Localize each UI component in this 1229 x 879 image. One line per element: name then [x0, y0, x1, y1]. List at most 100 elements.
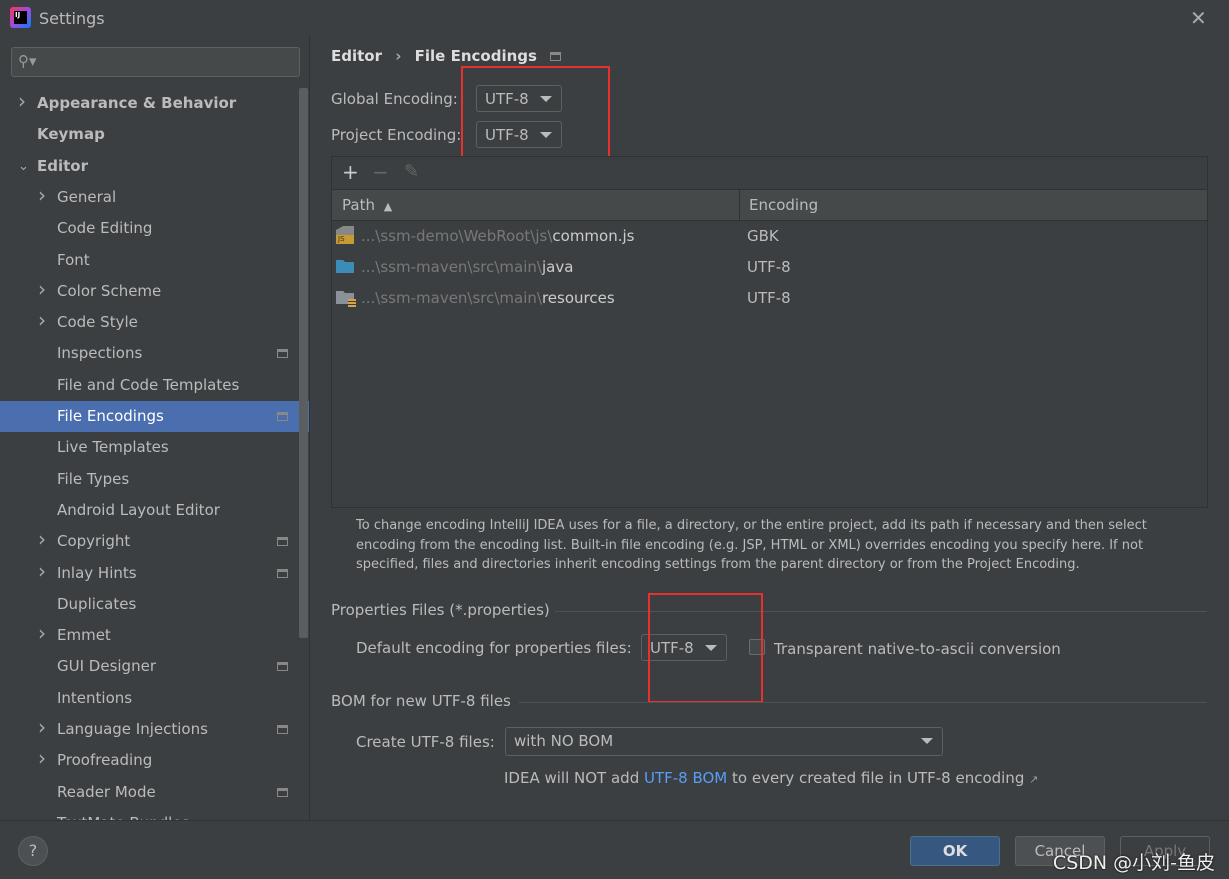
- main-panel: Editor › File Encodings Global Encoding:…: [311, 36, 1229, 820]
- sidebar-item-label: Proofreading: [57, 751, 153, 770]
- table-row[interactable]: ...\ssm-maven\src\main\resources UTF-8: [332, 283, 1207, 314]
- path-cell: ...\ssm-demo\WebRoot\js\common.js: [361, 227, 635, 245]
- breadcrumb-parent[interactable]: Editor: [331, 47, 382, 65]
- help-button[interactable]: ?: [18, 836, 48, 866]
- sidebar-item-label: File Types: [57, 469, 130, 488]
- sidebar-item-code-style[interactable]: › Code Style: [0, 305, 309, 338]
- sidebar-item-emmet[interactable]: › Emmet: [0, 618, 309, 651]
- sidebar-item-label: Copyright: [57, 532, 131, 551]
- search-input[interactable]: ⚲▾: [11, 47, 300, 77]
- chevron-right-icon[interactable]: ›: [38, 524, 46, 555]
- sidebar-item-label: Inlay Hints: [57, 563, 137, 582]
- chevron-down-icon: [921, 738, 933, 744]
- chevron-right-icon[interactable]: ›: [38, 180, 46, 211]
- sidebar-item-label: Appearance & Behavior: [37, 94, 237, 112]
- divider: [519, 702, 1207, 703]
- column-divider[interactable]: [739, 190, 740, 221]
- encoding-cell[interactable]: UTF-8: [747, 289, 791, 307]
- annotation-box: [461, 66, 610, 166]
- sidebar-scrollbar[interactable]: [299, 88, 308, 638]
- encoding-cell[interactable]: UTF-8: [747, 258, 791, 276]
- chevron-right-icon[interactable]: ›: [38, 305, 46, 336]
- utf8-bom-link[interactable]: UTF-8 BOM: [644, 769, 727, 787]
- sidebar-item-label: File Encodings: [57, 407, 164, 425]
- sidebar-item-copyright[interactable]: › Copyright: [0, 524, 309, 557]
- sidebar-item-font[interactable]: Font: [0, 245, 309, 276]
- settings-sidebar: ⚲▾ › Appearance & Behavior Keymap ⌄ Editor › G…: [0, 36, 310, 820]
- sidebar-item-duplicates[interactable]: Duplicates: [0, 589, 309, 620]
- chevron-right-icon[interactable]: ›: [38, 618, 46, 649]
- chevron-right-icon[interactable]: ›: [38, 743, 46, 774]
- table-row[interactable]: ...\ssm-maven\src\main\java UTF-8: [332, 252, 1207, 283]
- chevron-down-icon[interactable]: ⌄: [18, 151, 29, 182]
- encoding-cell[interactable]: GBK: [747, 227, 779, 245]
- chevron-right-icon[interactable]: ›: [38, 712, 46, 743]
- sidebar-item-inspections[interactable]: Inspections: [0, 338, 309, 369]
- sidebar-item-label: Inspections: [57, 344, 143, 363]
- chevron-right-icon[interactable]: ›: [18, 86, 26, 117]
- project-scope-icon: [277, 725, 288, 734]
- watermark: CSDN @小刘-鱼皮: [1052, 852, 1215, 874]
- project-scope-icon: [277, 787, 288, 797]
- search-icon: ⚲▾: [18, 52, 37, 70]
- ok-button[interactable]: OK: [910, 836, 1000, 866]
- sidebar-item-label: GUI Designer: [57, 657, 156, 676]
- add-icon[interactable]: +: [342, 160, 359, 184]
- close-icon[interactable]: ✕: [1190, 6, 1207, 30]
- sidebar-item-label: Live Templates: [57, 438, 169, 457]
- path-cell: ...\ssm-maven\src\main\resources: [361, 289, 615, 307]
- project-encoding-label: Project Encoding:: [331, 126, 462, 144]
- table-header: Path ▲ Encoding: [332, 190, 1207, 221]
- sidebar-item-editor[interactable]: ⌄ Editor: [0, 151, 309, 182]
- sidebar-item-label: TextMate Bundles: [57, 808, 189, 820]
- create-utf8-select[interactable]: with NO BOM: [505, 727, 943, 756]
- sidebar-item-file-types[interactable]: File Types: [0, 464, 309, 495]
- column-header-encoding[interactable]: Encoding: [749, 196, 818, 214]
- sort-ascending-icon: ▲: [383, 200, 393, 213]
- edit-icon[interactable]: ✎: [404, 161, 419, 182]
- sidebar-item-label: Language Injections: [57, 720, 208, 738]
- native-to-ascii-label[interactable]: Transparent native-to-ascii conversion: [774, 640, 1061, 658]
- project-scope-icon: [277, 662, 288, 672]
- sidebar-item-file-encodings[interactable]: File Encodings: [0, 401, 309, 432]
- project-scope-icon: [550, 52, 562, 61]
- breadcrumb-separator: ›: [395, 47, 402, 65]
- intellij-logo-icon: IJ: [10, 7, 31, 28]
- sidebar-item-label: Reader Mode: [57, 782, 156, 801]
- sidebar-item-live-templates[interactable]: Live Templates: [0, 432, 309, 463]
- chevron-right-icon[interactable]: ›: [38, 274, 46, 305]
- sidebar-item-gui-designer[interactable]: GUI Designer: [0, 651, 309, 682]
- table-toolbar: + − ✎: [332, 157, 1207, 190]
- sidebar-item-label: General: [57, 187, 117, 206]
- sidebar-item-general[interactable]: › General: [0, 180, 309, 213]
- sidebar-item-keymap[interactable]: Keymap: [0, 119, 309, 150]
- sidebar-item-proofreading[interactable]: › Proofreading: [0, 743, 309, 776]
- sidebar-item-android-layout-editor[interactable]: Android Layout Editor: [0, 495, 309, 526]
- sidebar-item-reader-mode[interactable]: Reader Mode: [0, 777, 309, 808]
- column-header-path[interactable]: Path ▲: [342, 196, 392, 214]
- sidebar-item-intentions[interactable]: Intentions: [0, 683, 309, 714]
- bom-section-title: BOM for new UTF-8 files: [331, 692, 511, 710]
- project-scope-icon: [277, 537, 288, 547]
- window-title: Settings: [39, 9, 105, 28]
- remove-icon[interactable]: −: [372, 160, 389, 184]
- sidebar-item-label: File and Code Templates: [57, 375, 240, 394]
- project-scope-icon: [277, 412, 288, 421]
- path-cell: ...\ssm-maven\src\main\java: [361, 258, 574, 276]
- sidebar-item-label: Android Layout Editor: [57, 500, 220, 519]
- project-scope-icon: [277, 568, 288, 578]
- sidebar-item-label: Editor: [37, 156, 88, 175]
- table-row[interactable]: JS ...\ssm-demo\WebRoot\js\common.js GBK: [332, 221, 1207, 252]
- sidebar-item-label: Color Scheme: [57, 281, 162, 300]
- breadcrumb: Editor › File Encodings: [331, 47, 562, 65]
- sidebar-item-appearance-behavior[interactable]: › Appearance & Behavior: [0, 86, 309, 119]
- sidebar-item-language-injections[interactable]: › Language Injections: [0, 712, 309, 745]
- sidebar-item-textmate-bundles[interactable]: TextMate Bundles: [0, 808, 309, 820]
- sidebar-item-inlay-hints[interactable]: › Inlay Hints: [0, 556, 309, 589]
- sidebar-item-code-editing[interactable]: Code Editing: [0, 213, 309, 244]
- global-encoding-label: Global Encoding:: [331, 90, 458, 108]
- sidebar-item-label: Code Style: [57, 313, 138, 332]
- sidebar-item-color-scheme[interactable]: › Color Scheme: [0, 274, 309, 307]
- chevron-right-icon[interactable]: ›: [38, 556, 46, 587]
- sidebar-item-file-and-code-templates[interactable]: File and Code Templates: [0, 370, 309, 401]
